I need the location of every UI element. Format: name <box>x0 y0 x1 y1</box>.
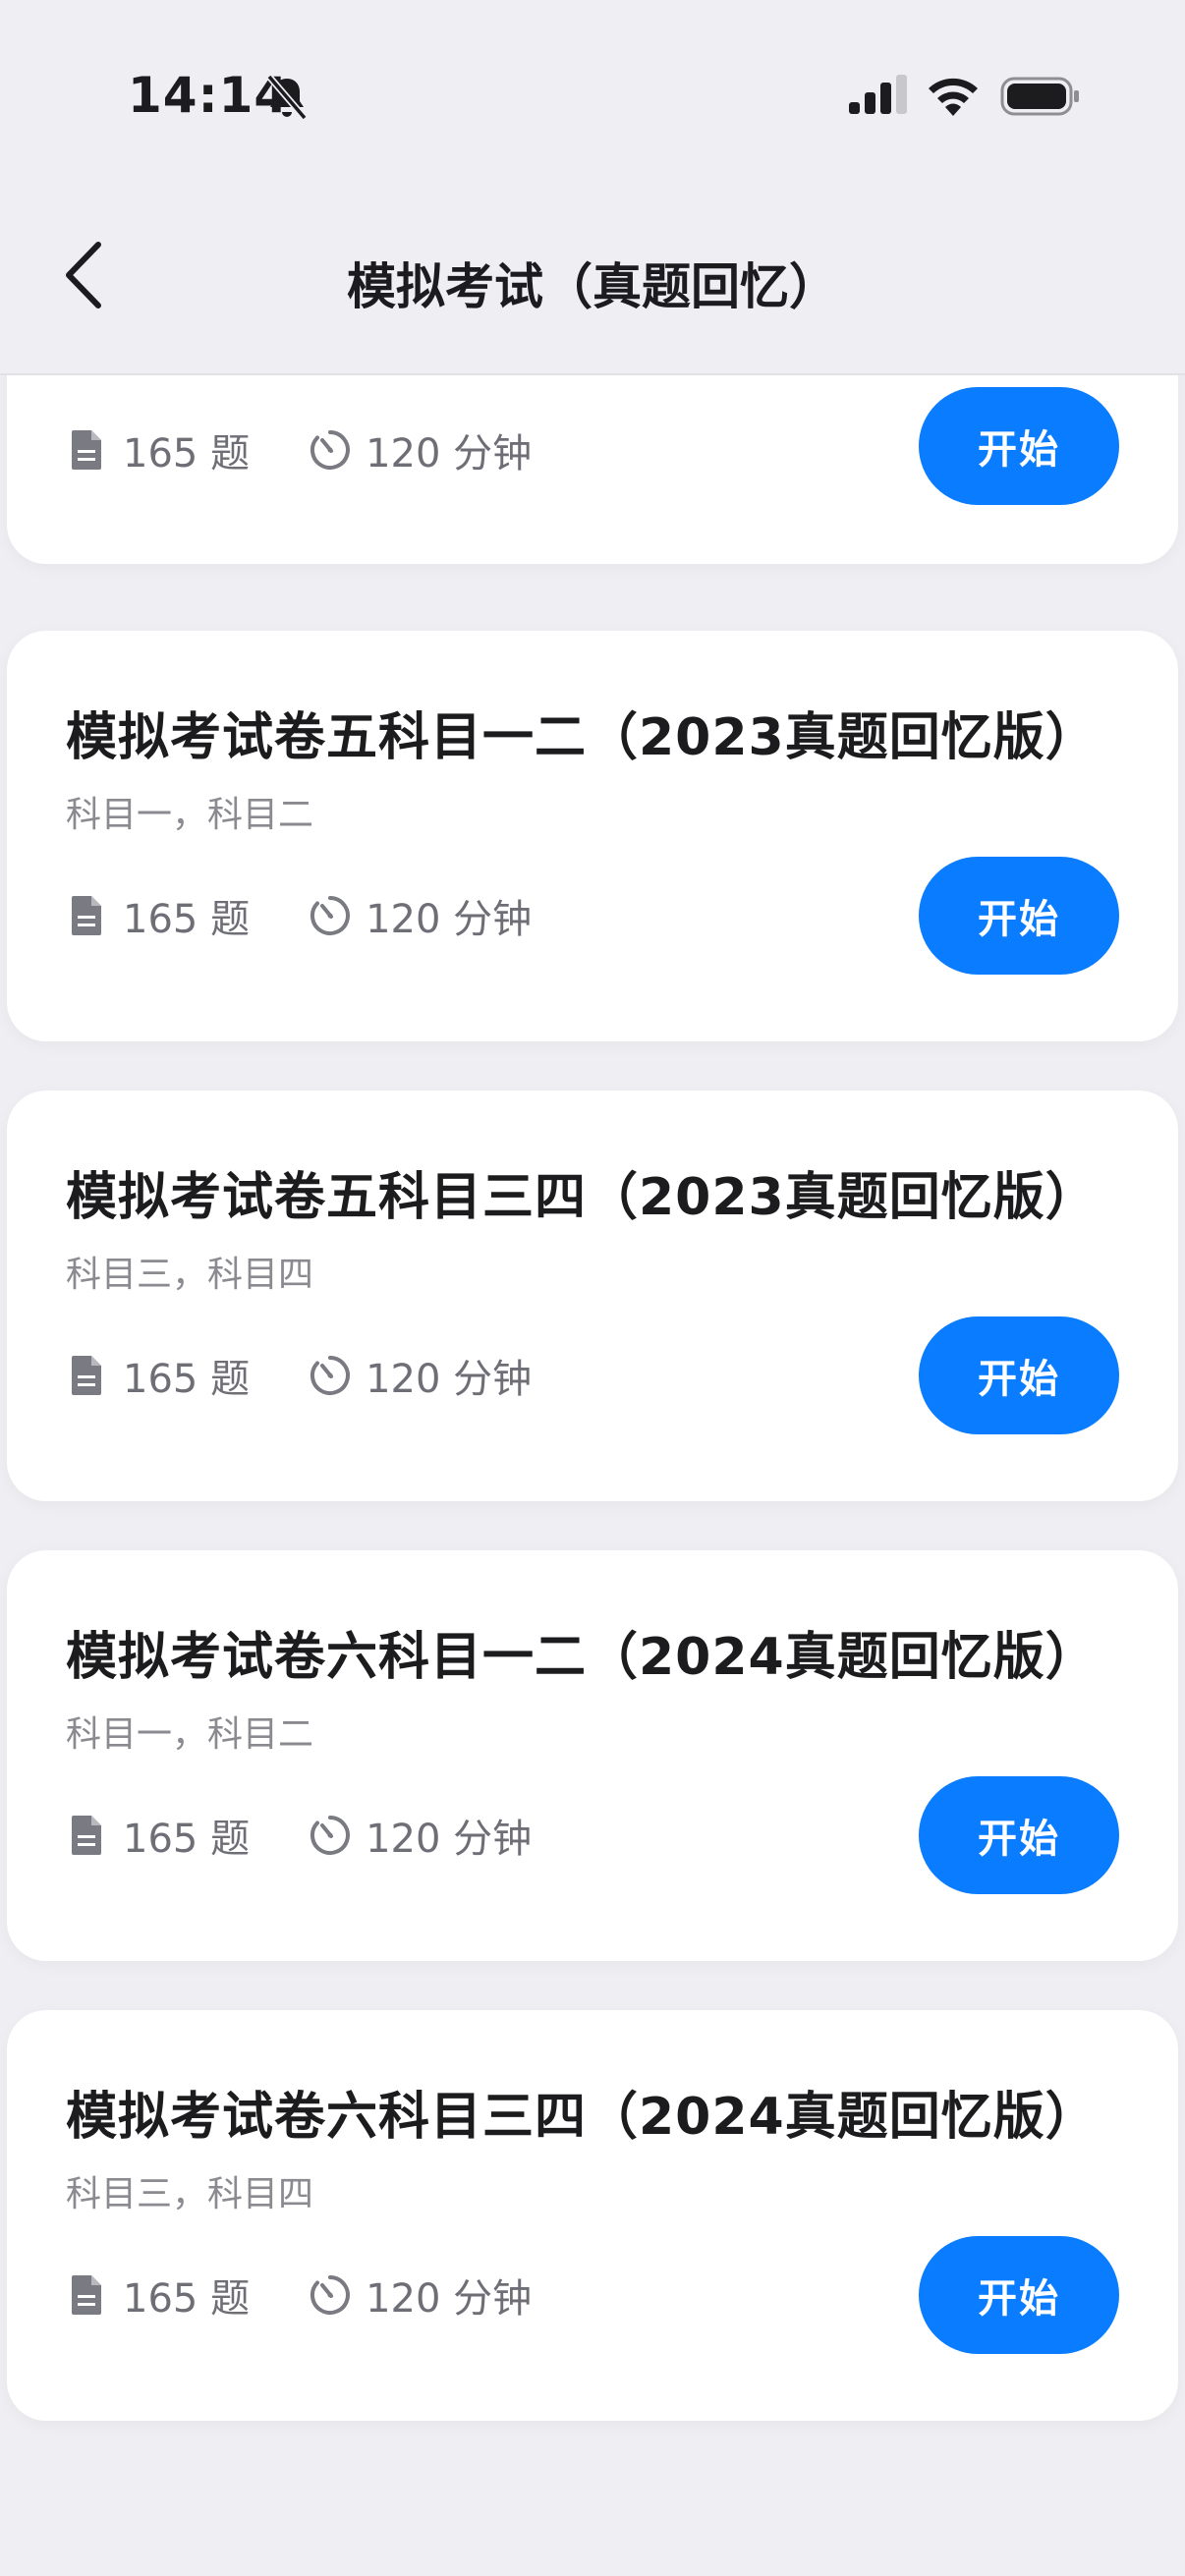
exam-subjects: 科目三，科目四 <box>66 1255 314 1295</box>
timer-icon <box>310 2275 351 2315</box>
exam-title: 模拟考试卷五科目一二（2023真题回忆版） <box>66 708 1098 767</box>
exam-title: 模拟考试卷五科目三四（2023真题回忆版） <box>66 1168 1098 1227</box>
exam-duration: 120 分钟 <box>366 1817 533 1862</box>
signal-icon <box>849 75 907 114</box>
exam-subjects: 科目三，科目四 <box>66 2174 314 2214</box>
exam-title: 模拟考试卷六科目三四（2024真题回忆版） <box>66 2088 1098 2147</box>
navigation-bar: 模拟考试（真题回忆） <box>0 196 1185 375</box>
timer-icon <box>310 1356 351 1395</box>
document-icon <box>72 2275 101 2315</box>
exam-meta: 165 题 120 分钟 <box>66 2264 532 2326</box>
start-button[interactable]: 开始 <box>919 1776 1119 1894</box>
document-icon <box>72 1816 101 1855</box>
exam-meta: 165 题 120 分钟 <box>66 1804 532 1867</box>
exam-card: 模拟考试卷五科目一二（2023真题回忆版） 科目一，科目二 165 题 120 … <box>7 631 1178 1041</box>
start-button[interactable]: 开始 <box>919 387 1119 505</box>
exam-title: 模拟考试卷六科目一二（2024真题回忆版） <box>66 1628 1098 1687</box>
document-icon <box>72 430 101 470</box>
timer-icon <box>310 1816 351 1855</box>
start-button[interactable]: 开始 <box>919 1316 1119 1434</box>
exam-subjects: 科目一，科目二 <box>66 1714 314 1755</box>
exam-list: 165 题 120 分钟 开始 模拟考试卷五科目一二（2023真题回忆版） 科目… <box>0 373 1185 2576</box>
page-title: 模拟考试（真题回忆） <box>347 258 838 315</box>
battery-icon <box>1000 77 1079 116</box>
timer-icon <box>310 430 351 470</box>
exam-meta: 165 题 120 分钟 <box>66 1344 532 1407</box>
exam-duration: 120 分钟 <box>366 431 533 476</box>
question-count: 165 题 <box>123 897 251 942</box>
wifi-icon <box>929 78 978 116</box>
question-count: 165 题 <box>123 1357 251 1402</box>
start-button[interactable]: 开始 <box>919 2236 1119 2354</box>
exam-duration: 120 分钟 <box>366 2276 533 2322</box>
start-button[interactable]: 开始 <box>919 857 1119 975</box>
document-icon <box>72 896 101 935</box>
question-count: 165 题 <box>123 431 251 476</box>
exam-duration: 120 分钟 <box>366 1357 533 1402</box>
exam-duration: 120 分钟 <box>366 897 533 942</box>
question-count: 165 题 <box>123 2276 251 2322</box>
document-icon <box>72 1356 101 1395</box>
timer-icon <box>310 896 351 935</box>
exam-card: 模拟考试卷六科目一二（2024真题回忆版） 科目一，科目二 165 题 120 … <box>7 1550 1178 1961</box>
bell-slash-icon <box>266 74 308 121</box>
exam-card: 模拟考试卷六科目三四（2024真题回忆版） 科目三，科目四 165 题 120 … <box>7 2010 1178 2421</box>
status-bar: 14:14 <box>0 0 1185 196</box>
exam-card: 165 题 120 分钟 开始 <box>7 373 1178 564</box>
exam-card: 模拟考试卷五科目三四（2023真题回忆版） 科目三，科目四 165 题 120 … <box>7 1091 1178 1501</box>
question-count: 165 题 <box>123 1817 251 1862</box>
exam-meta: 165 题 120 分钟 <box>66 419 532 481</box>
exam-meta: 165 题 120 分钟 <box>66 884 532 947</box>
exam-subjects: 科目一，科目二 <box>66 795 314 835</box>
